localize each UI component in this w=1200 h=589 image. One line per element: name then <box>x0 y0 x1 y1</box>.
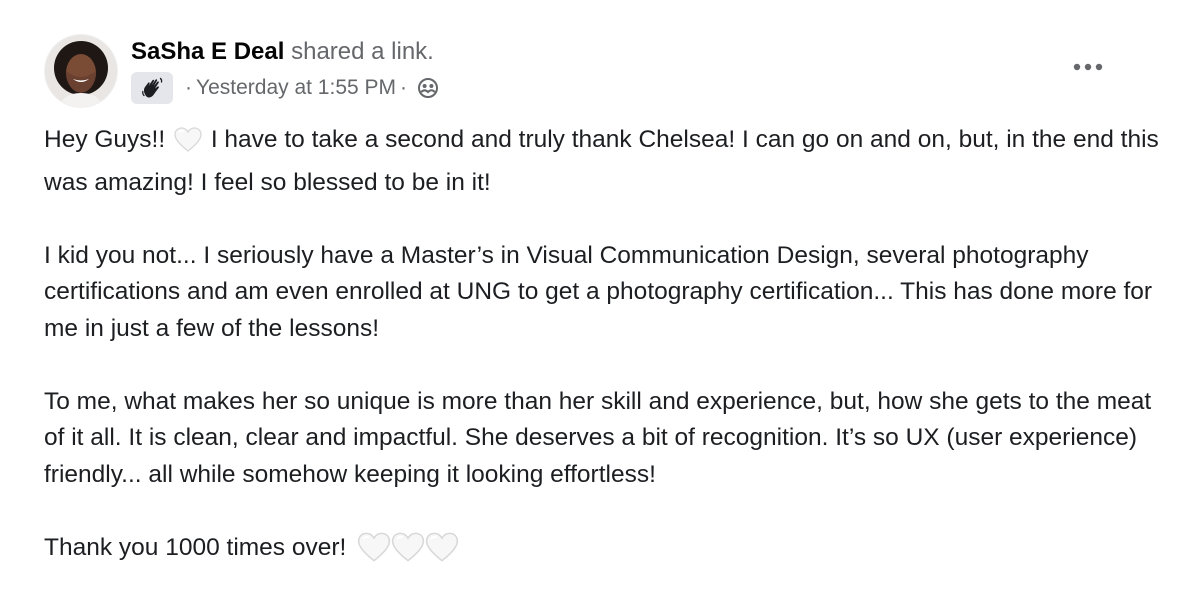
meta-separator: · <box>400 76 408 99</box>
white-heart-emoji <box>390 531 426 575</box>
more-options-icon[interactable] <box>1068 50 1108 84</box>
post-action-text: shared a link. <box>291 38 434 65</box>
post-timestamp[interactable]: Yesterday at 1:55 PM <box>196 76 396 100</box>
post-paragraph: Hey Guys!! I have to take a second and t… <box>44 122 1174 201</box>
thanks-text: Thank you 1000 times over! <box>44 533 347 561</box>
meta-separator: · <box>185 76 192 99</box>
author-name[interactable]: SaSha E Deal <box>131 38 284 65</box>
hearts-group <box>357 531 459 575</box>
facebook-post: SaSha E Deal shared a link. · Yesterday … <box>0 0 1200 589</box>
author-line: SaSha E Deal shared a link. <box>131 36 434 68</box>
members-audience-icon[interactable] <box>417 77 439 99</box>
author-avatar[interactable] <box>45 35 117 107</box>
post-meta: · Yesterday at 1:55 PM · <box>131 72 439 104</box>
post-paragraph: I kid you not... I seriously have a Mast… <box>44 241 1153 342</box>
white-heart-emoji <box>173 126 203 165</box>
post-paragraph: To me, what makes her so unique is more … <box>44 387 1152 488</box>
paragraph-text: I have to take a second and truly thank … <box>44 126 1159 196</box>
post-body: Hey Guys!! I have to take a second and t… <box>44 122 1174 574</box>
greeting-text: Hey Guys!! <box>44 126 166 153</box>
post-paragraph: Thank you 1000 times over! <box>44 530 1174 575</box>
white-heart-emoji <box>356 531 392 575</box>
white-heart-emoji <box>424 531 460 575</box>
waving-hand-icon[interactable] <box>131 72 173 104</box>
